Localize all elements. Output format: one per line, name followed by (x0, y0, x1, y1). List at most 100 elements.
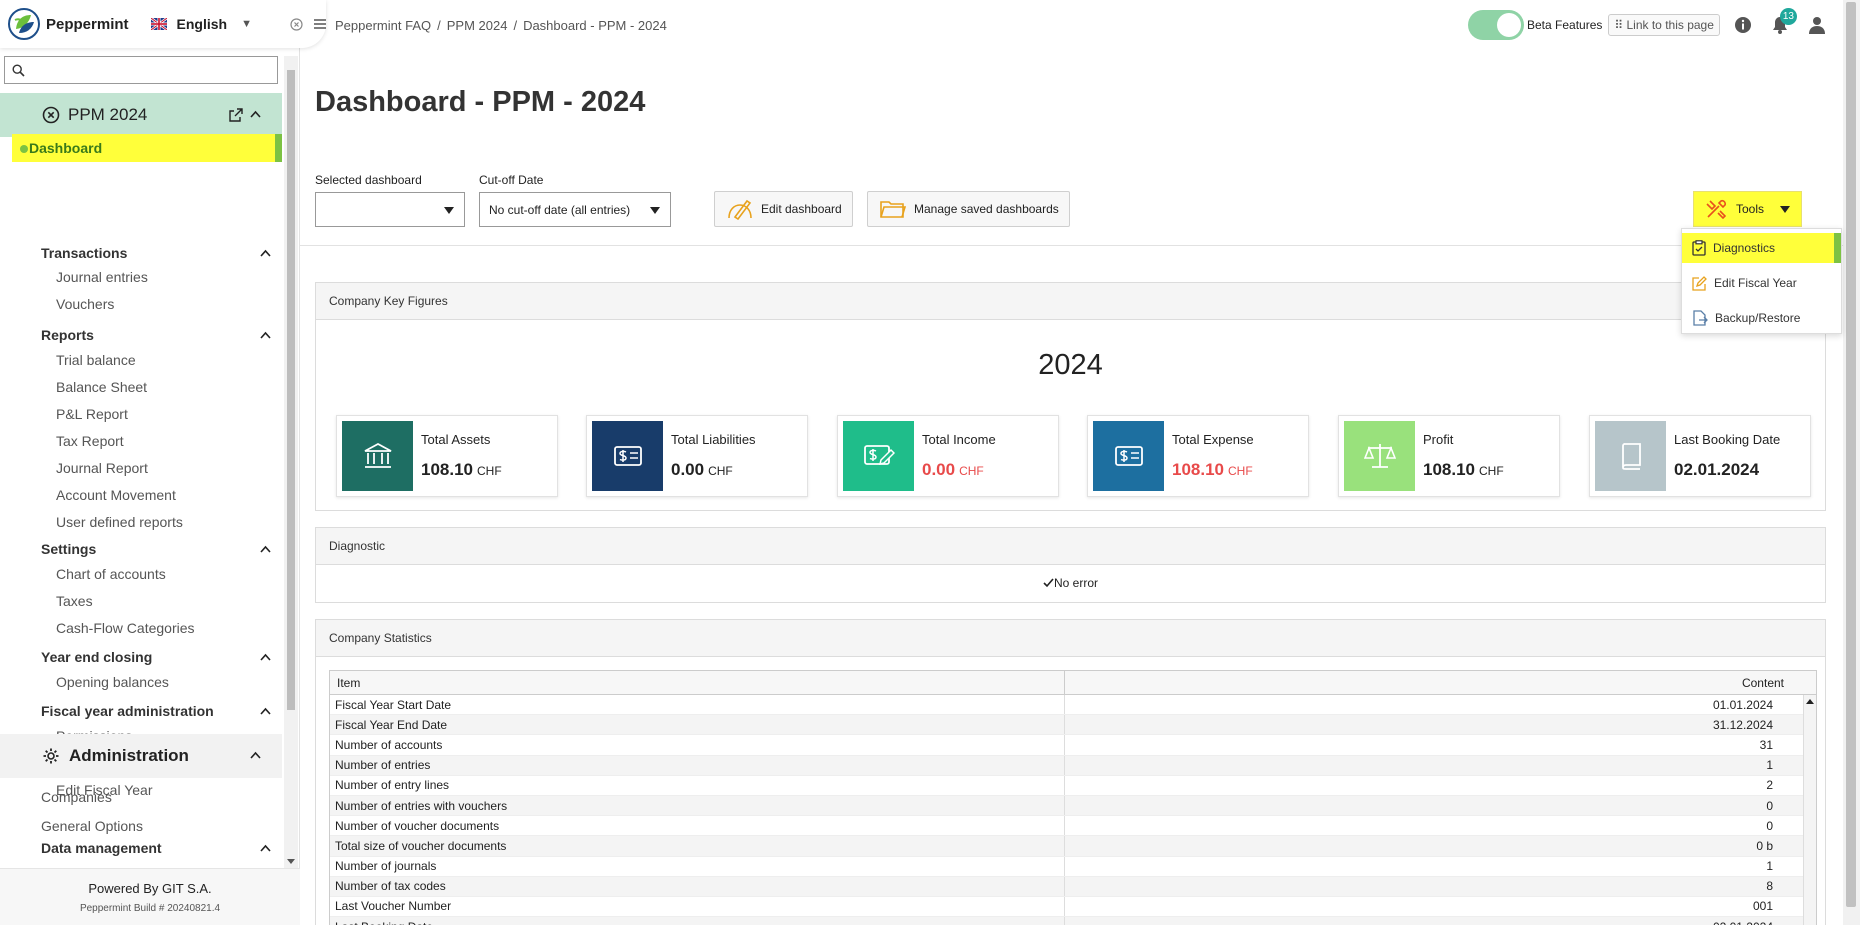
sidebar-item[interactable]: User defined reports (56, 514, 183, 530)
table-row[interactable]: Number of voucher documents 0 (330, 816, 1816, 837)
sidebar-item[interactable]: Vouchers (56, 296, 114, 312)
menu-item-edit-fiscal-year[interactable]: Edit Fiscal Year (1682, 268, 1841, 298)
edit-dashboard-button[interactable]: Edit dashboard (714, 191, 853, 227)
sidebar-item[interactable]: Chart of accounts (56, 566, 166, 582)
sidebar-item-companies[interactable]: Companies (41, 789, 112, 805)
sidebar-section-0[interactable]: Transactions (41, 245, 271, 261)
key-figure-amount: 0.00 (922, 460, 956, 479)
table-row[interactable]: Fiscal Year End Date 31.12.2024 (330, 715, 1816, 736)
section-title: Reports (41, 327, 94, 343)
panel-header: Diagnostic (316, 528, 1825, 565)
sidebar-item[interactable]: Taxes (56, 593, 93, 609)
sidebar-item[interactable]: Journal Report (56, 460, 148, 476)
link-to-page-button[interactable]: ⠿ Link to this page (1608, 14, 1720, 36)
menu-item-diagnostics[interactable]: Diagnostics (1682, 233, 1841, 263)
table-row[interactable]: Last Booking Date 02.01.2024 (330, 917, 1816, 925)
breadcrumb-item[interactable]: PPM 2024 (447, 18, 508, 33)
column-header-item[interactable]: Item (330, 671, 1065, 694)
key-figure-card-total-liabilities[interactable]: Total Liabilities 0.00 CHF (586, 415, 808, 497)
table-row[interactable]: Number of entries with vouchers 0 (330, 795, 1816, 817)
scrollbar-thumb[interactable] (287, 70, 295, 710)
key-figure-currency: CHF (1479, 464, 1504, 478)
app-logo[interactable]: Peppermint (7, 7, 129, 41)
sidebar-section-1[interactable]: Reports (41, 327, 271, 343)
sidebar-item[interactable]: Tax Report (56, 433, 124, 449)
cutoff-date-value: No cut-off date (all entries) (489, 202, 631, 217)
caret-down-icon (444, 207, 454, 214)
sidebar-item[interactable]: Trial balance (56, 352, 136, 368)
beta-features-label: Beta Features (1527, 18, 1603, 32)
sidebar-section-2[interactable]: Settings (41, 541, 271, 557)
money-icon (1093, 421, 1164, 491)
statistics-table: Item Content Fiscal Year Start Date 01.0… (329, 670, 1817, 925)
column-header-content[interactable]: Content (1065, 671, 1797, 694)
table-cell-content: 31.12.2024 (1712, 717, 1773, 732)
sidebar-scrollbar[interactable] (284, 56, 298, 868)
scroll-up-arrow-icon[interactable] (1806, 699, 1814, 704)
info-icon[interactable] (1734, 16, 1752, 34)
sidebar-footer: Powered By GIT S.A. Peppermint Build # 2… (0, 868, 300, 925)
sidebar-search-input[interactable] (5, 57, 277, 83)
sidebar-item[interactable]: P&L Report (56, 406, 128, 422)
chevron-up-icon[interactable] (250, 110, 261, 118)
menu-item-backup-restore[interactable]: Backup/Restore (1682, 303, 1841, 333)
sidebar-section-data-management[interactable]: Data management (41, 840, 271, 856)
key-figure-value: 108.10 CHF (421, 460, 502, 480)
key-figure-card-profit[interactable]: Profit 108.10 CHF (1338, 415, 1560, 497)
sidebar-fiscal-year-header[interactable]: PPM 2024 (0, 93, 282, 137)
user-avatar-icon[interactable] (1808, 16, 1826, 34)
sidebar-item[interactable]: Cash-Flow Categories (56, 620, 195, 636)
sidebar-item[interactable]: Balance Sheet (56, 379, 147, 395)
sidebar-item[interactable]: Journal entries (56, 269, 148, 285)
hamburger-menu-icon[interactable] (313, 17, 327, 31)
sidebar-item[interactable]: Opening balances (56, 674, 169, 690)
table-row[interactable]: Number of tax codes 8 (330, 876, 1816, 897)
tools-dropdown-button[interactable]: Tools (1693, 191, 1802, 227)
close-circle-icon[interactable] (290, 17, 303, 31)
table-row[interactable]: Number of entry lines 2 (330, 775, 1816, 796)
key-figure-card-total-expense[interactable]: Total Expense 108.10 CHF (1087, 415, 1309, 497)
cutoff-date-select[interactable]: No cut-off date (all entries) (479, 192, 671, 227)
notifications-bell-icon[interactable]: 13 (1772, 8, 1797, 34)
sidebar-item-general-options[interactable]: General Options (41, 818, 143, 834)
sidebar-search[interactable] (4, 56, 278, 84)
sidebar-section-4[interactable]: Fiscal year administration (41, 703, 271, 719)
manage-saved-dashboards-button[interactable]: Manage saved dashboards (867, 191, 1070, 227)
page-scrollbar[interactable] (1843, 0, 1860, 925)
chevron-up-icon[interactable] (250, 751, 261, 759)
scrollbar-thumb[interactable] (1846, 2, 1856, 907)
selected-dashboard-select[interactable] (315, 192, 465, 227)
section-title: Settings (41, 541, 97, 557)
table-cell-content: 01.01.2024 (1712, 697, 1773, 712)
breadcrumb-item[interactable]: Peppermint FAQ (335, 18, 431, 33)
beta-features-toggle[interactable] (1468, 10, 1524, 40)
menu-item-label: Edit Fiscal Year (1714, 276, 1797, 290)
table-row[interactable]: Number of entries 1 (330, 755, 1816, 776)
table-cell-content: 2 (1766, 778, 1773, 793)
peppermint-logo-icon (8, 8, 40, 40)
chevron-up-icon (260, 249, 271, 257)
sidebar-top-bar: Peppermint English ▼ (0, 0, 326, 48)
table-row[interactable]: Fiscal Year Start Date 01.01.2024 (330, 695, 1816, 716)
sidebar-section-3[interactable]: Year end closing (41, 649, 271, 665)
close-circle-icon[interactable] (42, 106, 60, 124)
sidebar-item-dashboard[interactable]: Dashboard (12, 134, 282, 162)
sidebar-item[interactable]: Account Movement (56, 487, 176, 503)
table-row[interactable]: Last Voucher Number 001 (330, 896, 1816, 918)
key-figure-card-last-booking-date[interactable]: Last Booking Date 02.01.2024 (1589, 415, 1811, 497)
key-figure-label: Profit (1423, 432, 1454, 447)
external-link-icon[interactable] (229, 108, 243, 122)
table-row[interactable]: Number of journals 1 (330, 856, 1816, 877)
key-figure-card-total-income[interactable]: Total Income 0.00 CHF (837, 415, 1059, 497)
table-row[interactable]: Total size of voucher documents 0 b (330, 836, 1816, 857)
table-cell-item: Number of entries (330, 755, 1065, 775)
build-number: Peppermint Build # 20240821.4 (79, 903, 221, 914)
clipboard-check-icon (1692, 240, 1706, 256)
table-scrollbar[interactable] (1803, 695, 1816, 925)
fiscal-year-title: PPM 2024 (68, 105, 148, 124)
table-row[interactable]: Number of accounts 31 (330, 735, 1816, 756)
sidebar-administration-header[interactable]: Administration (0, 734, 282, 778)
scroll-down-arrow-icon[interactable] (287, 859, 295, 864)
language-selector[interactable]: English ▼ (150, 16, 252, 32)
key-figure-card-total-assets[interactable]: Total Assets 108.10 CHF (336, 415, 558, 497)
